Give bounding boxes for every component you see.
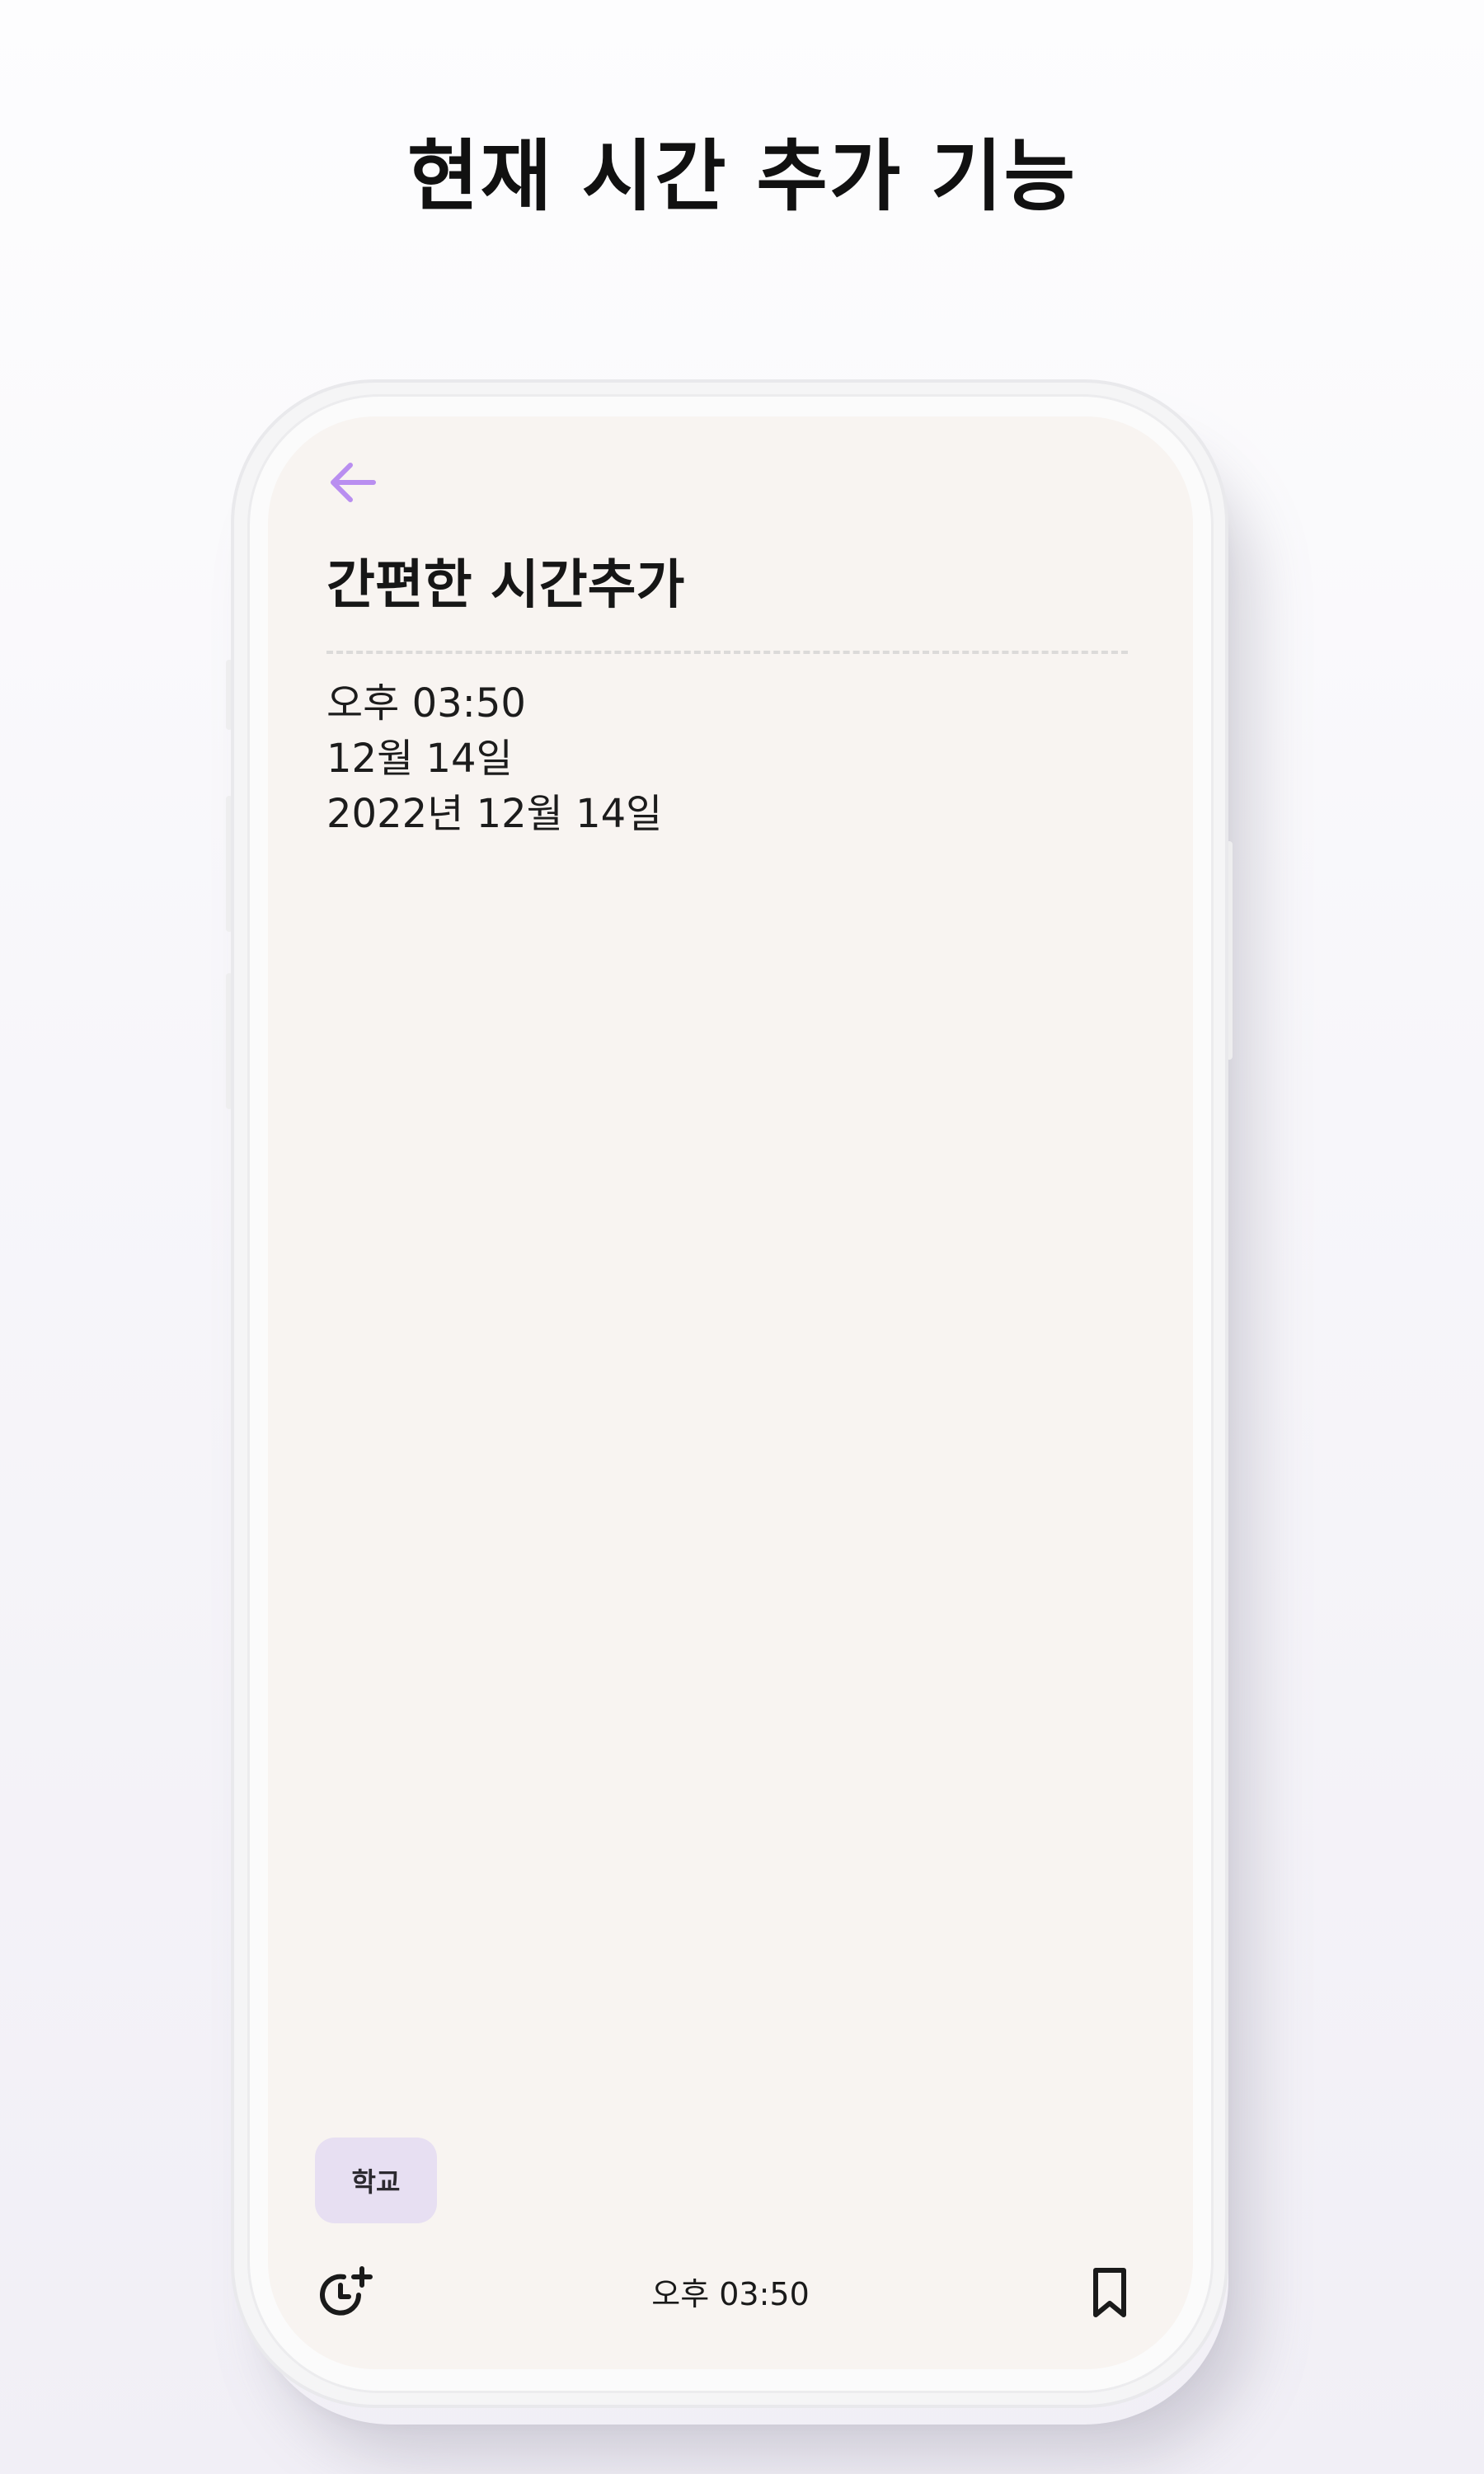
bottom-toolbar: 오후 03:50 [268, 2247, 1193, 2346]
phone-screen: 간편한 시간추가 오후 03:50 12월 14일 2022년 12월 14일 … [268, 416, 1193, 2369]
title-divider [326, 651, 1128, 654]
arrow-left-icon [331, 463, 376, 502]
note-title[interactable]: 간편한 시간추가 [326, 548, 684, 623]
bookmark-button[interactable] [1084, 2264, 1135, 2321]
current-time-label: 오후 03:50 [651, 2276, 810, 2312]
note-line: 12월 14일 [326, 736, 513, 782]
tag-label: 학교 [351, 2166, 401, 2198]
note-body[interactable]: 오후 03:50 12월 14일 2022년 12월 14일 [326, 676, 1126, 842]
bookmark-icon [1093, 2268, 1126, 2317]
back-button[interactable] [324, 454, 382, 511]
page-headline: 현재 시간 추가 기능 [406, 132, 1078, 222]
note-line: 2022년 12월 14일 [326, 791, 663, 837]
note-line: 오후 03:50 [326, 680, 526, 727]
tag-chip[interactable]: 학교 [315, 2138, 437, 2223]
